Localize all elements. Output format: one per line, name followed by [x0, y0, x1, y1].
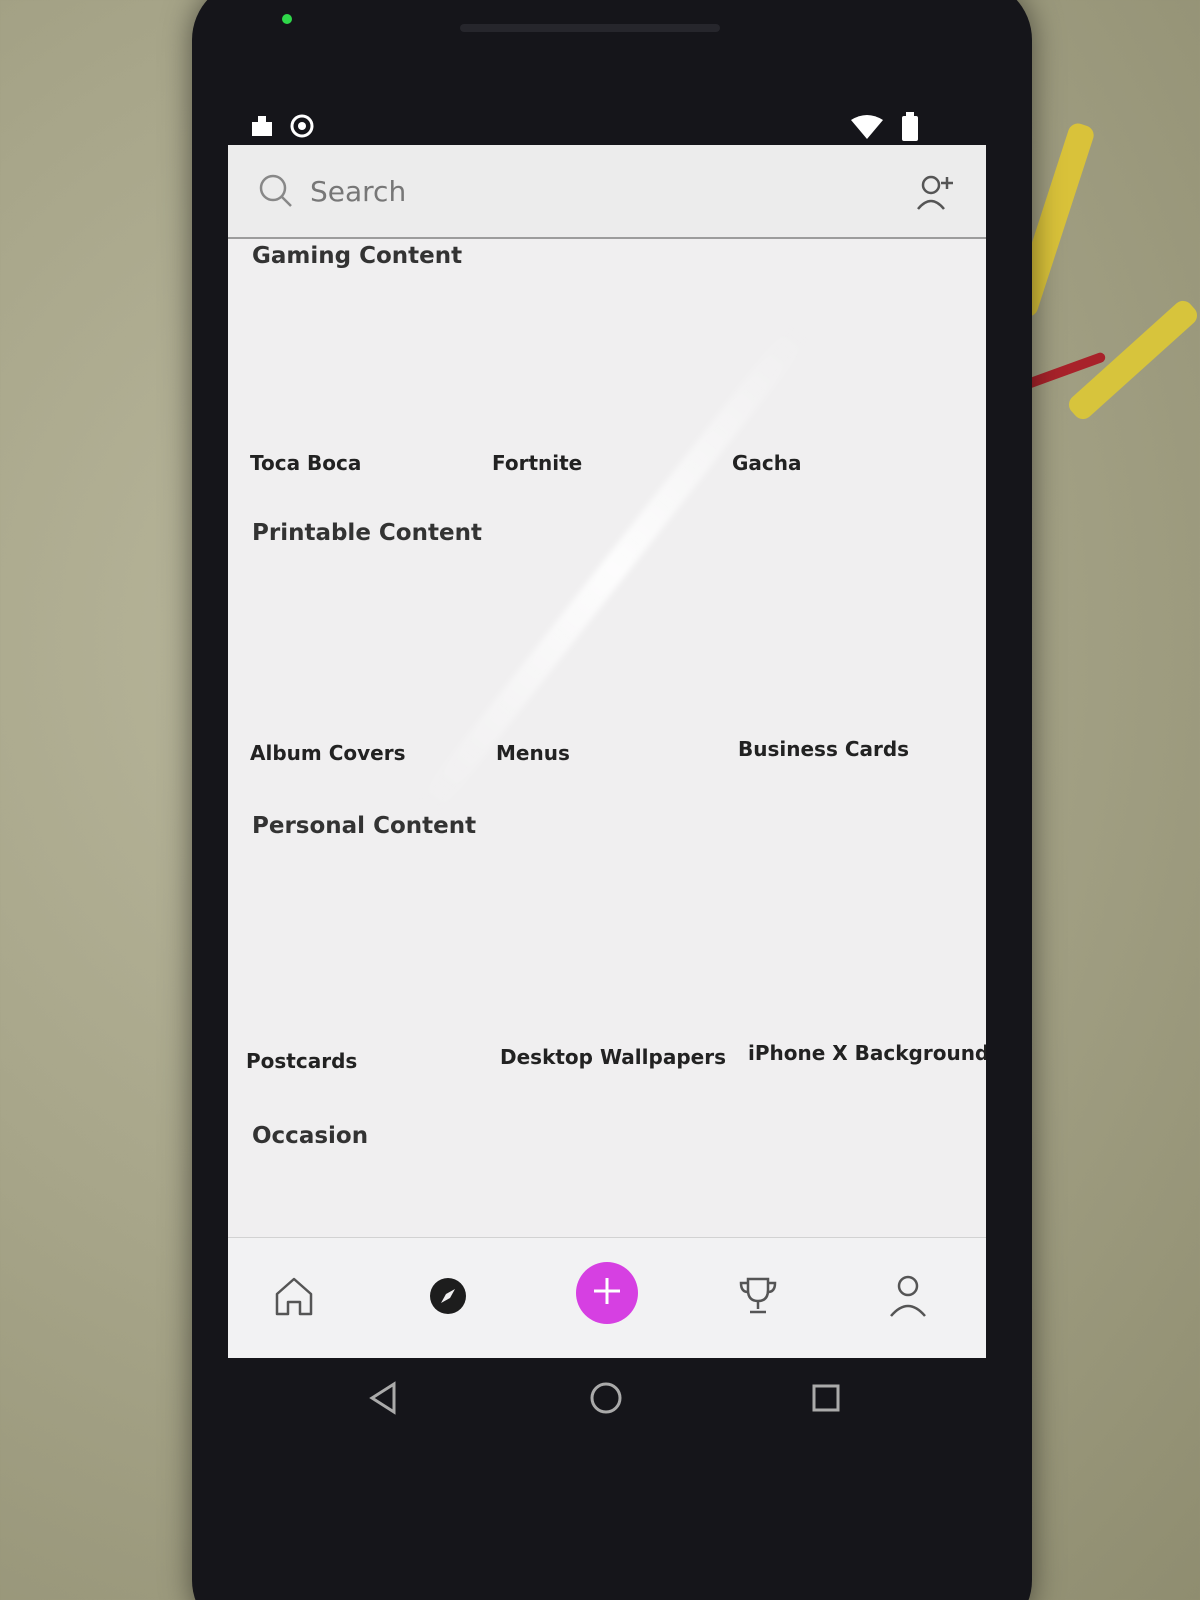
battery-icon	[900, 112, 920, 146]
notification-led	[282, 14, 292, 24]
nav-explore[interactable]	[418, 1268, 478, 1328]
category-label: Menus	[496, 741, 570, 765]
back-button-icon[interactable]	[364, 1378, 404, 1418]
section-title-printable: Printable Content	[252, 520, 482, 546]
plus-icon	[590, 1274, 624, 1312]
category-tile-fortnite[interactable]: Fortnite	[492, 295, 722, 475]
status-right	[850, 112, 920, 146]
category-tile-business-cards[interactable]: Business Cards	[738, 581, 968, 761]
category-label: Business Cards	[738, 737, 910, 761]
status-bar	[230, 104, 930, 144]
search-bar	[228, 145, 986, 239]
category-tile-toca-boca[interactable]: Toca Boca	[250, 295, 480, 475]
add-friend-icon[interactable]	[914, 171, 956, 213]
section-title-personal: Personal Content	[252, 813, 477, 839]
category-label: Gacha	[732, 451, 802, 475]
category-tile-iphone-x-backgrounds[interactable]: iPhone X Backgrounds	[748, 885, 986, 1065]
compass-icon	[428, 1276, 468, 1320]
category-tile-desktop-wallpapers[interactable]: Desktop Wallpapers	[500, 889, 730, 1069]
category-tile-gacha[interactable]: Gacha	[732, 295, 962, 475]
section-title-occasion: Occasion	[252, 1123, 369, 1149]
create-button[interactable]	[576, 1262, 638, 1324]
category-label: Fortnite	[492, 451, 583, 475]
bottom-nav	[228, 1237, 986, 1358]
home-icon	[272, 1274, 316, 1322]
search-icon[interactable]	[258, 173, 294, 209]
category-label: iPhone X Backgrounds	[748, 1041, 986, 1065]
trophy-icon	[736, 1274, 780, 1322]
category-label: Album Covers	[250, 741, 406, 765]
nav-home[interactable]	[264, 1268, 324, 1328]
category-label: Toca Boca	[250, 451, 362, 475]
sync-icon	[290, 114, 314, 142]
category-tile-postcards[interactable]: Postcards	[246, 893, 476, 1073]
category-label: Postcards	[246, 1049, 358, 1073]
recents-button-icon[interactable]	[806, 1378, 846, 1418]
category-label: Desktop Wallpapers	[500, 1045, 726, 1069]
status-left	[248, 112, 314, 144]
wifi-icon	[850, 114, 884, 144]
system-nav-bar	[228, 1360, 986, 1440]
notification-app-icon	[248, 112, 276, 144]
category-tile-menus[interactable]: Menus	[496, 585, 726, 765]
search-input[interactable]	[308, 167, 852, 215]
app-screen: Gaming Content Toca Boca Fortnite Gacha …	[228, 145, 986, 1358]
category-tile-album-covers[interactable]: Album Covers	[250, 585, 480, 765]
user-icon	[888, 1274, 928, 1322]
nav-profile[interactable]	[878, 1268, 938, 1328]
nav-challenges[interactable]	[728, 1268, 788, 1328]
home-button-icon[interactable]	[586, 1378, 626, 1418]
section-title-gaming: Gaming Content	[252, 243, 463, 269]
earpiece-speaker	[460, 24, 720, 32]
